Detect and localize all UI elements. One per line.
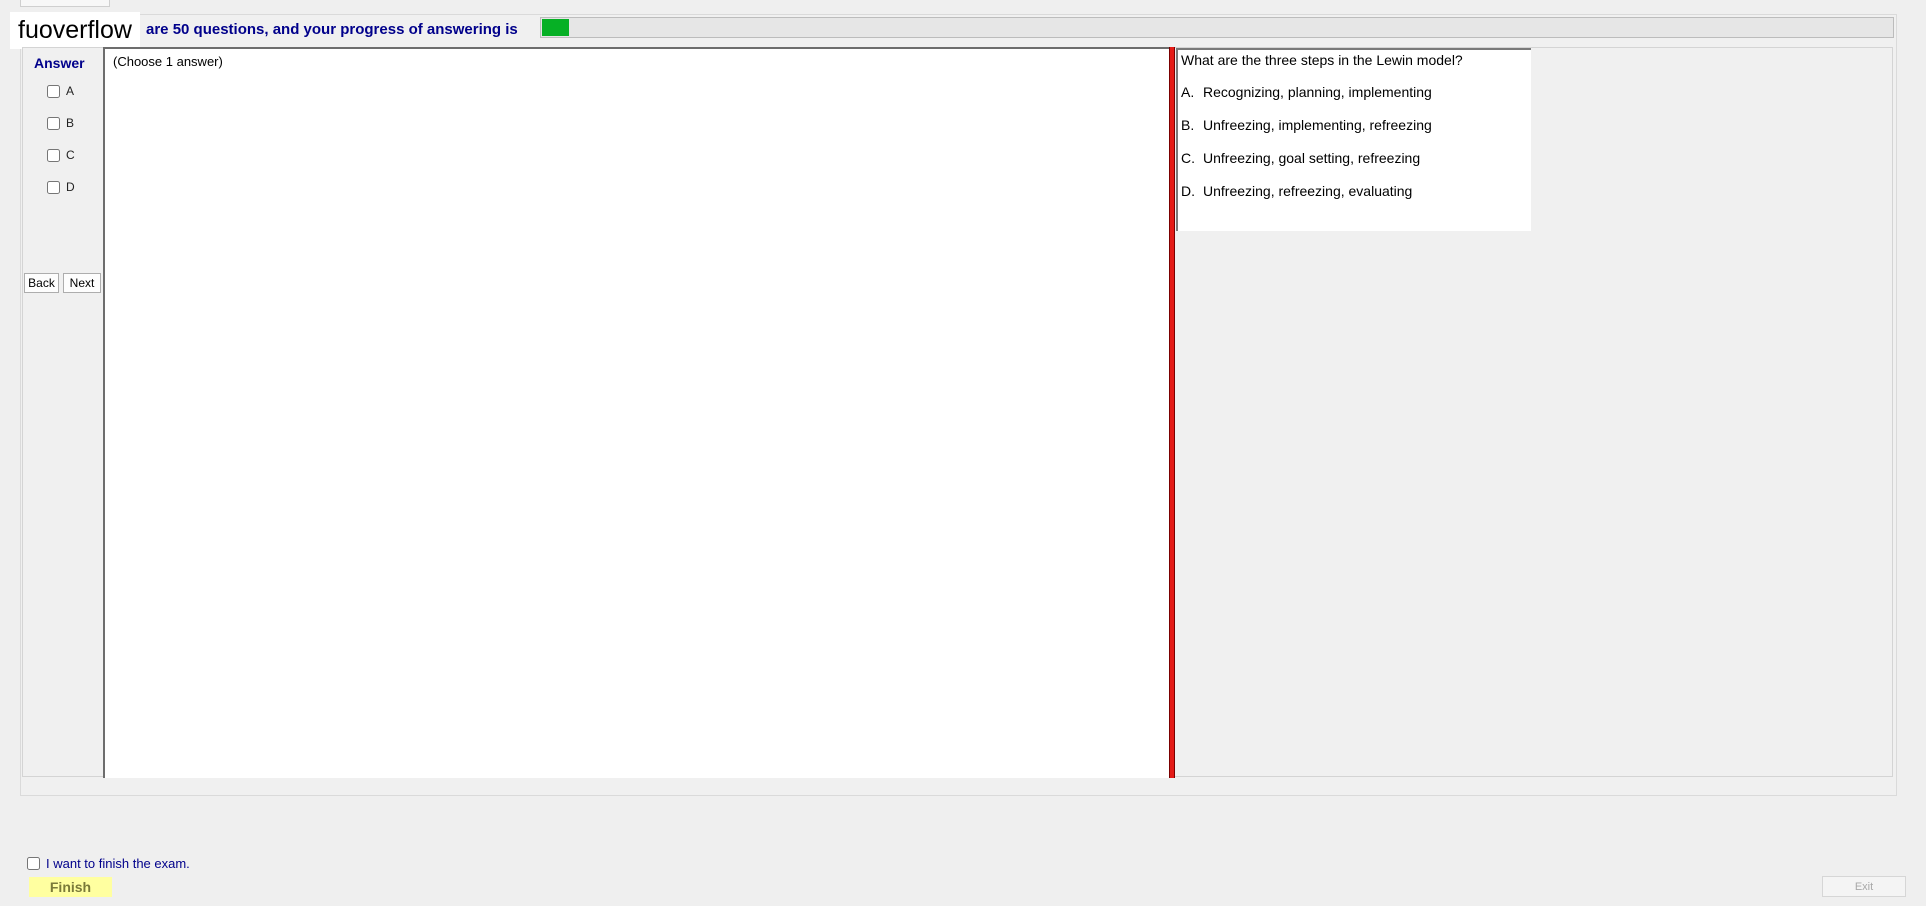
choose-instruction: (Choose 1 answer): [113, 54, 223, 69]
back-button[interactable]: Back: [24, 273, 59, 293]
finish-exam-checkbox[interactable]: [27, 857, 40, 870]
progress-bar: [540, 17, 1894, 38]
answer-checkbox-b[interactable]: [47, 116, 60, 130]
option-text: Unfreezing, goal setting, refreezing: [1203, 150, 1421, 166]
question-option-a: A. Recognizing, planning, implementing: [1181, 84, 1432, 100]
progress-info-text: are 50 questions, and your progress of a…: [146, 21, 518, 38]
answer-option-label: B: [66, 116, 75, 130]
question-option-d: D. Unfreezing, refreezing, evaluating: [1181, 183, 1412, 199]
answer-area: (Choose 1 answer): [103, 47, 1169, 778]
answer-option-label: A: [66, 84, 75, 98]
option-letter: B.: [1181, 117, 1195, 133]
answer-option-label: D: [66, 180, 75, 194]
next-button[interactable]: Next: [63, 273, 101, 293]
exit-button[interactable]: Exit: [1822, 876, 1906, 897]
answer-checkbox-d[interactable]: [47, 180, 60, 194]
question-option-b: B. Unfreezing, implementing, refreezing: [1181, 117, 1432, 133]
top-tab[interactable]: [20, 0, 110, 7]
option-text: Unfreezing, refreezing, evaluating: [1203, 183, 1413, 199]
finish-exam-check[interactable]: I want to finish the exam.: [27, 856, 190, 871]
answer-option-d[interactable]: D: [47, 179, 75, 195]
question-text: What are the three steps in the Lewin mo…: [1181, 52, 1463, 68]
finish-button[interactable]: Finish: [29, 877, 112, 897]
option-letter: C.: [1181, 150, 1195, 166]
answer-checkbox-a[interactable]: [47, 84, 60, 98]
option-letter: D.: [1181, 183, 1195, 199]
option-text: Unfreezing, implementing, refreezing: [1203, 117, 1432, 133]
watermark: fuoverflow: [10, 12, 140, 49]
finish-exam-label: I want to finish the exam.: [46, 856, 190, 871]
option-text: Recognizing, planning, implementing: [1203, 84, 1432, 100]
answer-checkbox-c[interactable]: [47, 148, 60, 162]
panel-splitter[interactable]: [1169, 47, 1175, 778]
answer-option-b[interactable]: B: [47, 115, 74, 131]
question-panel: What are the three steps in the Lewin mo…: [1176, 48, 1531, 231]
progress-fill: [542, 19, 570, 36]
answer-option-c[interactable]: C: [47, 147, 75, 163]
answer-label: Answer: [34, 55, 85, 71]
answer-option-label: C: [66, 148, 75, 162]
answer-option-a[interactable]: A: [47, 83, 74, 99]
exam-window: fuoverflow are 50 questions, and your pr…: [0, 0, 1926, 906]
question-option-c: C. Unfreezing, goal setting, refreezing: [1181, 150, 1420, 166]
option-letter: A.: [1181, 84, 1195, 100]
